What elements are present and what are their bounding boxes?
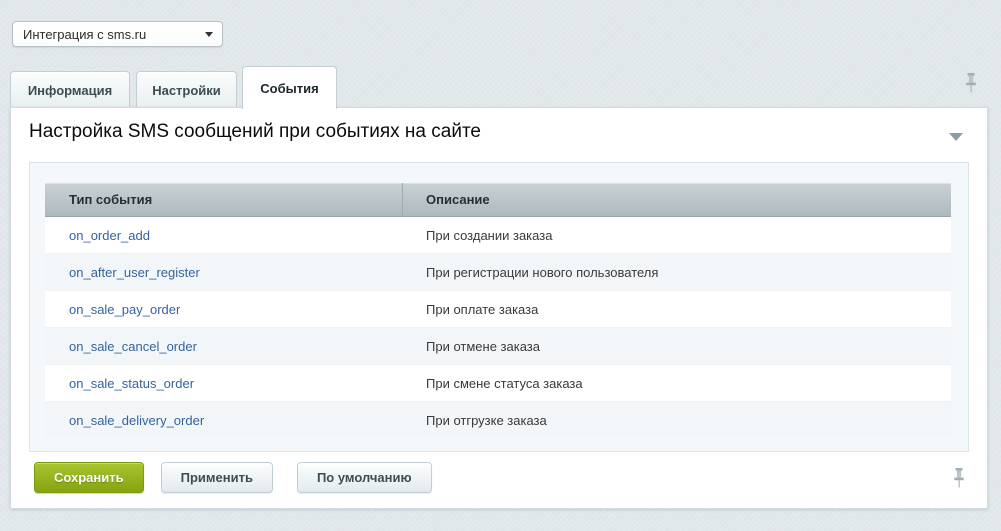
tab-settings-label: Настройки [152,83,221,98]
event-link[interactable]: on_sale_pay_order [69,302,180,317]
table-row: on_order_add При создании заказа [45,217,951,254]
event-description: При смене статуса заказа [403,365,951,401]
event-link[interactable]: on_after_user_register [69,265,200,280]
caret-down-icon [205,32,213,37]
table-row: on_after_user_register При регистрации н… [45,254,951,291]
section-title: Настройка SMS сообщений при событиях на … [29,121,481,143]
pin-icon[interactable] [952,468,966,495]
table-row: on_sale_status_order При смене статуса з… [45,365,951,402]
event-description: При регистрации нового пользователя [403,254,951,290]
event-description: При отмене заказа [403,328,951,364]
event-description: При создании заказа [403,217,951,253]
tab-information[interactable]: Информация [10,71,130,108]
chevron-down-icon[interactable] [949,133,963,141]
tab-settings[interactable]: Настройки [136,71,237,108]
event-description: При отгрузке заказа [403,402,951,438]
events-table: Тип события Описание on_order_add При со… [45,183,951,438]
module-select[interactable]: Интеграция с sms.ru [12,21,223,47]
tab-events-label: События [260,81,318,96]
table-header-row: Тип события Описание [45,183,951,217]
apply-button[interactable]: Применить [161,462,273,493]
table-row: on_sale_pay_order При оплате заказа [45,291,951,328]
events-panel: Настройка SMS сообщений при событиях на … [10,107,988,509]
event-link[interactable]: on_sale_cancel_order [69,339,197,354]
pin-icon[interactable] [964,73,978,100]
column-header-event-type: Тип события [45,183,403,216]
page: Интеграция с sms.ru Информация Настройки… [0,0,1001,531]
event-description: При оплате заказа [403,291,951,327]
event-link[interactable]: on_order_add [69,228,150,243]
default-button[interactable]: По умолчанию [297,462,432,493]
table-row: on_sale_delivery_order При отгрузке зака… [45,402,951,438]
tab-information-label: Информация [28,83,112,98]
events-subpanel: Тип события Описание on_order_add При со… [29,162,969,452]
event-link[interactable]: on_sale_delivery_order [69,413,204,428]
column-header-description: Описание [403,183,951,216]
table-row: on_sale_cancel_order При отмене заказа [45,328,951,365]
save-button[interactable]: Сохранить [34,462,144,493]
module-select-value: Интеграция с sms.ru [13,27,205,42]
tab-events[interactable]: События [242,66,337,109]
event-link[interactable]: on_sale_status_order [69,376,194,391]
footer-buttons: Сохранить Применить По умолчанию [34,462,432,493]
